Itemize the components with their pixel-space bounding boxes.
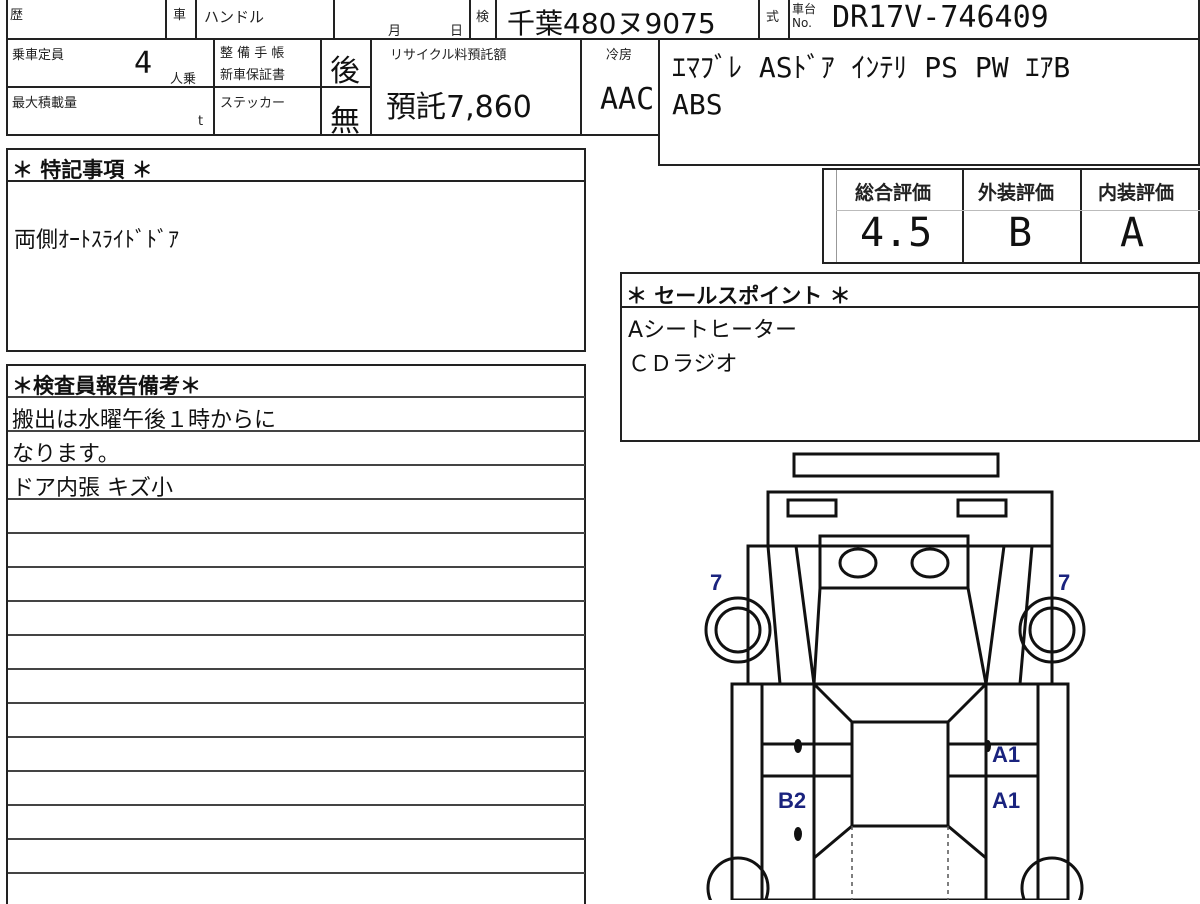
handle-label: ハンドル xyxy=(204,8,265,26)
sales-points-title: ＊ セールスポイント ＊ xyxy=(626,284,851,308)
damage-mark-right-door-lower: A1 xyxy=(992,788,1021,813)
history-label: 歴 xyxy=(10,8,24,23)
ratings-divider xyxy=(962,168,964,264)
door-handle xyxy=(794,739,802,753)
damage-mark-left-door-lower: B2 xyxy=(778,788,807,813)
damage-mark-front-left: 7 xyxy=(710,570,723,595)
chassis-number: DR17V-746409 xyxy=(832,0,1049,35)
interior-label: 内装評価 xyxy=(1098,182,1175,204)
front-left-wheel-inner xyxy=(714,606,762,654)
left-side xyxy=(730,682,764,900)
inspector-row-line xyxy=(8,600,585,602)
sales-point-item: Aシートヒーター xyxy=(628,318,798,343)
header-divider xyxy=(165,0,167,40)
exterior-label: 外装評価 xyxy=(978,182,1055,204)
inspector-row-line xyxy=(8,566,585,568)
specs-hline xyxy=(213,86,320,88)
header-divider xyxy=(469,0,471,40)
ac-label: 冷房 xyxy=(606,48,633,63)
fender-line xyxy=(766,545,782,685)
capacity-unit: 人乗 xyxy=(170,72,197,87)
inspector-row-line xyxy=(8,396,585,398)
mirror-right xyxy=(910,547,950,579)
a-pillar-left xyxy=(812,587,822,685)
sticker-label: ステッカー xyxy=(220,96,286,111)
load-label: 最大積載量 xyxy=(12,96,78,111)
left-headlight xyxy=(786,498,838,518)
header-divider xyxy=(495,0,497,40)
inspector-line: なります。 xyxy=(12,442,120,467)
overall-label: 総合評価 xyxy=(855,182,932,204)
right-side xyxy=(1036,682,1070,900)
chassis-label-top: 車台 xyxy=(792,2,817,16)
inspector-row-line xyxy=(8,804,585,806)
recycle-value: 預託7,860 xyxy=(386,90,532,125)
specs-divider xyxy=(580,38,582,136)
inspector-row-line xyxy=(8,532,585,534)
inspector-line: ドア内張 キズ小 xyxy=(12,476,173,501)
header-divider xyxy=(333,0,335,40)
pillar xyxy=(812,682,854,724)
header-divider xyxy=(788,0,790,40)
pillar xyxy=(947,824,987,860)
inspector-line: 搬出は水曜午後１時からに xyxy=(12,408,277,433)
day-label: 日 xyxy=(450,24,464,39)
inspector-row-line xyxy=(8,736,585,738)
door-handle xyxy=(985,740,991,752)
exterior-value: B xyxy=(1008,210,1033,256)
a-pillar-right xyxy=(966,587,988,685)
interior-value: A xyxy=(1120,210,1145,256)
recycle-label: リサイクル料預託額 xyxy=(390,48,507,63)
maintenance-label-2: 新車保証書 xyxy=(220,68,286,83)
pillar xyxy=(946,682,988,724)
fender-line xyxy=(1018,545,1034,685)
month-label: 月 xyxy=(388,24,402,39)
ac-value: AAC xyxy=(600,82,655,117)
inspector-row-line xyxy=(8,668,585,670)
header-divider xyxy=(758,0,760,40)
vehicle-diagram xyxy=(704,452,1086,900)
inspector-row-line xyxy=(8,702,585,704)
specs-divider xyxy=(213,38,215,136)
remarks-text: 両側ｵｰﾄｽﾗｲﾄﾞﾄﾞｱ xyxy=(14,228,180,253)
mirror-left xyxy=(838,547,878,579)
inspector-row-line xyxy=(8,872,585,874)
sales-point-item: ＣＤラジオ xyxy=(628,352,738,377)
equipment-line-2: ABS xyxy=(672,88,723,121)
right-headlight xyxy=(956,498,1008,518)
header-divider xyxy=(195,0,197,40)
front-bumper xyxy=(792,452,1000,478)
inspector-row-line xyxy=(8,770,585,772)
overall-value: 4.5 xyxy=(860,210,933,256)
plate-number: 千葉480ヌ9075 xyxy=(507,7,716,40)
damage-mark-front-right: 7 xyxy=(1058,570,1071,595)
remarks-title: ＊ 特記事項 ＊ xyxy=(12,158,153,182)
inspector-row-line xyxy=(8,838,585,840)
capacity-label: 乗車定員 xyxy=(12,48,65,63)
maintenance-label-1: 整 備 手 帳 xyxy=(220,46,285,61)
model-label: 式 xyxy=(766,10,780,25)
damage-mark-right-door-upper: A1 xyxy=(992,742,1021,767)
roof-panel xyxy=(850,720,950,828)
chassis-label-bottom: No. xyxy=(792,16,812,30)
left-fender xyxy=(746,544,816,686)
load-unit: t xyxy=(198,114,204,129)
rear-left-wheel xyxy=(706,856,770,900)
maintenance-value: 後 xyxy=(330,54,360,89)
inspection-label: 検 xyxy=(476,10,490,25)
windshield xyxy=(818,534,970,590)
inspector-row-line xyxy=(8,634,585,636)
capacity-value: 4 xyxy=(134,46,153,81)
sticker-value: 無 xyxy=(330,104,360,139)
rear-right-wheel xyxy=(1020,856,1084,900)
specs-divider xyxy=(370,38,372,136)
ratings-hline xyxy=(836,170,837,262)
right-fender xyxy=(984,544,1054,686)
equipment-line-1: ｴﾏﾌﾞﾚ ASﾄﾞｱ ｲﾝﾃﾘ PS PW ｴｱB xyxy=(672,51,1071,84)
pillar xyxy=(813,824,853,860)
door-handle xyxy=(794,827,802,841)
car-label: 車 xyxy=(173,8,187,23)
ratings-divider xyxy=(1080,168,1082,264)
